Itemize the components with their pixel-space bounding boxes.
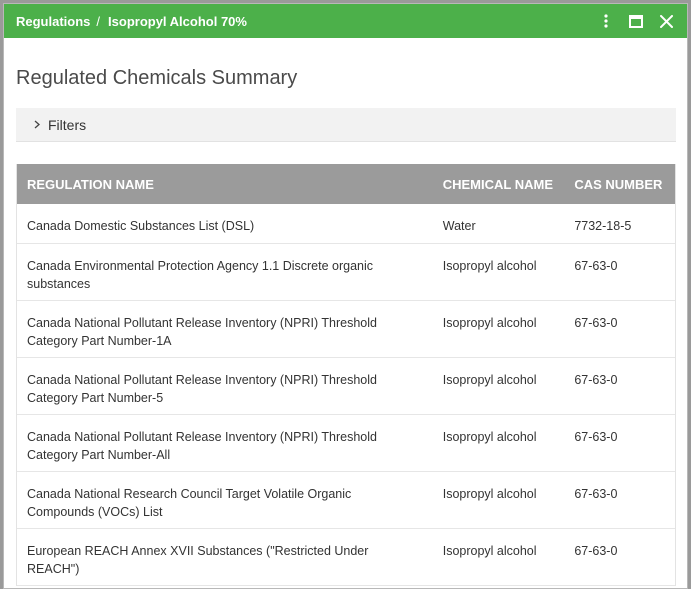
table-row[interactable]: Canada Environmental Protection Agency 1… [17,244,675,301]
chemical-name-cell: Isopropyl alcohol [442,316,537,330]
cas-number-cell: 67-63-0 [574,430,618,444]
filters-label: Filters [48,116,87,133]
more-vertical-icon [604,14,608,28]
breadcrumb-separator: / [96,13,101,29]
page-title: Regulated Chemicals Summary [16,67,298,89]
table-row[interactable]: Canada National Pollutant Release Invent… [17,358,675,415]
table-row[interactable]: Canada National Pollutant Release Invent… [17,301,675,358]
header-chemical-name[interactable]: CHEMICAL NAME [433,177,565,192]
cas-number-cell: 67-63-0 [574,544,618,558]
window-actions [591,4,681,38]
cas-number-cell: 67-63-0 [574,316,618,330]
regulations-table: REGULATION NAME CHEMICAL NAME CAS NUMBER… [16,164,676,586]
close-icon [659,14,673,28]
regulation-name-cell: European REACH Annex XVII Substances ("R… [27,544,369,576]
close-button[interactable] [651,4,681,38]
chemical-name-cell: Water [442,219,476,233]
breadcrumb: Regulations / Isopropyl Alcohol 70% [16,14,247,29]
chemical-name-cell: Isopropyl alcohol [442,259,537,273]
header-regulation-name[interactable]: REGULATION NAME [17,177,433,192]
regulation-name-cell: Canada Environmental Protection Agency 1… [27,259,374,291]
chevron-right-icon [34,118,40,132]
chemical-name-cell: Isopropyl alcohol [442,373,537,387]
chemical-name-cell: Isopropyl alcohol [442,487,537,501]
breadcrumb-regulations-link[interactable]: Regulations [16,14,90,29]
more-options-button[interactable] [591,4,621,38]
chemical-name-cell: Isopropyl alcohol [442,430,537,444]
table-row[interactable]: European REACH Annex XVII Substances ("R… [17,529,675,586]
cas-number-cell: 67-63-0 [574,487,618,501]
regulation-name-cell: Canada Domestic Substances List (DSL) [27,219,255,233]
regulation-name-cell: Canada National Pollutant Release Invent… [27,373,377,405]
title-bar: Regulations / Isopropyl Alcohol 70% [4,4,687,38]
table-row[interactable]: Canada Domestic Substances List (DSL) Wa… [17,204,675,244]
header-cas-number[interactable]: CAS NUMBER [564,177,675,192]
chemical-summary-window: Regulations / Isopropyl Alcohol 70% Regu… [3,3,688,589]
regulation-name-cell: Canada National Research Council Target … [27,487,352,519]
filters-toggle[interactable]: Filters [16,108,676,142]
maximize-icon [629,14,643,28]
cas-number-cell: 67-63-0 [574,259,618,273]
regulation-name-cell: Canada National Pollutant Release Invent… [27,316,377,348]
cas-number-cell: 67-63-0 [574,373,618,387]
content-area: Regulated Chemicals Summary Filters REGU… [4,38,687,588]
table-header: REGULATION NAME CHEMICAL NAME CAS NUMBER [17,164,675,204]
cas-number-cell: 7732-18-5 [574,219,632,233]
maximize-button[interactable] [621,4,651,38]
table-row[interactable]: Canada National Research Council Target … [17,472,675,529]
regulation-name-cell: Canada National Pollutant Release Invent… [27,430,377,462]
breadcrumb-current: Isopropyl Alcohol 70% [108,13,247,29]
chemical-name-cell: Isopropyl alcohol [442,544,537,558]
table-row[interactable]: Canada National Pollutant Release Invent… [17,415,675,472]
